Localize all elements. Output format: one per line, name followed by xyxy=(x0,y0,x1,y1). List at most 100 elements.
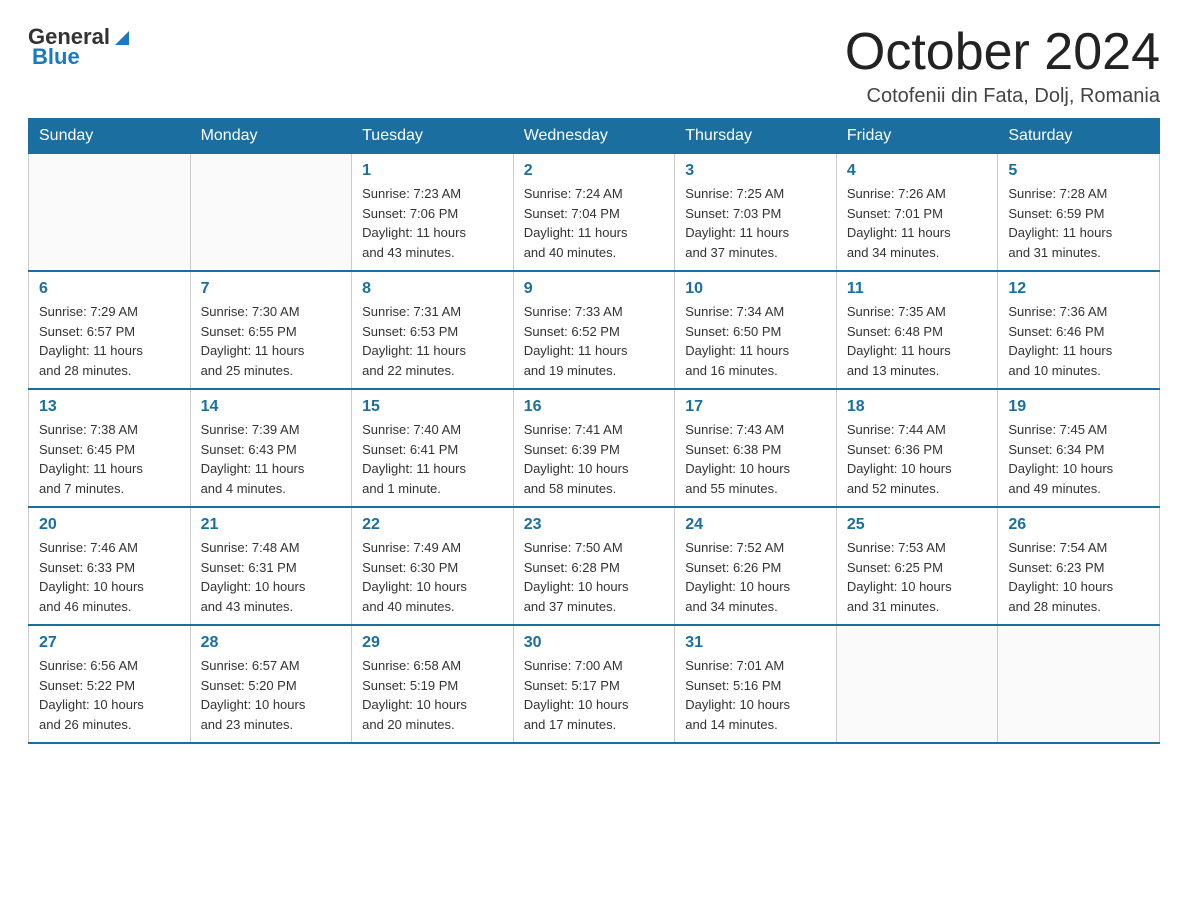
calendar-cell: 31 Sunrise: 7:01 AMSunset: 5:16 PMDayligh… xyxy=(675,625,837,743)
calendar-week-row: 6 Sunrise: 7:29 AMSunset: 6:57 PMDaylight… xyxy=(29,271,1160,389)
day-number: 16 xyxy=(524,398,665,416)
day-info: Sunrise: 7:46 AMSunset: 6:33 PMDaylight:… xyxy=(39,538,180,616)
calendar-cell: 6 Sunrise: 7:29 AMSunset: 6:57 PMDaylight… xyxy=(29,271,191,389)
calendar-cell: 4 Sunrise: 7:26 AMSunset: 7:01 PMDaylight… xyxy=(836,154,998,272)
day-number: 3 xyxy=(685,162,826,180)
calendar-cell: 11 Sunrise: 7:35 AMSunset: 6:48 PMDayligh… xyxy=(836,271,998,389)
calendar-cell: 18 Sunrise: 7:44 AMSunset: 6:36 PMDayligh… xyxy=(836,389,998,507)
day-number: 14 xyxy=(201,398,342,416)
calendar-week-row: 1Sunrise: 7:23 AMSunset: 7:06 PMDaylight… xyxy=(29,154,1160,272)
weekday-header-sunday: Sunday xyxy=(29,119,191,154)
calendar-cell: 27Sunrise: 6:56 AMSunset: 5:22 PMDayligh… xyxy=(29,625,191,743)
day-info: Sunrise: 7:40 AMSunset: 6:41 PMDaylight:… xyxy=(362,420,503,498)
day-number: 17 xyxy=(685,398,826,416)
calendar-cell: 8Sunrise: 7:31 AMSunset: 6:53 PMDaylight… xyxy=(352,271,514,389)
day-number: 24 xyxy=(685,516,826,534)
calendar-week-row: 27Sunrise: 6:56 AMSunset: 5:22 PMDayligh… xyxy=(29,625,1160,743)
day-number: 8 xyxy=(362,280,503,298)
calendar-cell: 22 Sunrise: 7:49 AMSunset: 6:30 PMDayligh… xyxy=(352,507,514,625)
day-number: 28 xyxy=(201,634,342,652)
calendar-cell: 21 Sunrise: 7:48 AMSunset: 6:31 PMDayligh… xyxy=(190,507,352,625)
day-number: 18 xyxy=(847,398,988,416)
calendar-cell: 3 Sunrise: 7:25 AMSunset: 7:03 PMDaylight… xyxy=(675,154,837,272)
calendar-cell: 5 Sunrise: 7:28 AMSunset: 6:59 PMDaylight… xyxy=(998,154,1160,272)
day-number: 11 xyxy=(847,280,988,298)
weekday-header-wednesday: Wednesday xyxy=(513,119,675,154)
calendar-cell xyxy=(29,154,191,272)
calendar-cell: 9 Sunrise: 7:33 AMSunset: 6:52 PMDaylight… xyxy=(513,271,675,389)
day-number: 26 xyxy=(1008,516,1149,534)
calendar-cell: 26Sunrise: 7:54 AMSunset: 6:23 PMDayligh… xyxy=(998,507,1160,625)
day-info: Sunrise: 7:28 AMSunset: 6:59 PMDaylight:… xyxy=(1008,184,1149,262)
day-number: 7 xyxy=(201,280,342,298)
weekday-header-tuesday: Tuesday xyxy=(352,119,514,154)
calendar-cell: 24 Sunrise: 7:52 AMSunset: 6:26 PMDayligh… xyxy=(675,507,837,625)
day-info: Sunrise: 7:29 AMSunset: 6:57 PMDaylight:… xyxy=(39,302,180,380)
day-info: Sunrise: 6:58 AMSunset: 5:19 PMDaylight:… xyxy=(362,656,503,734)
calendar-cell: 29 Sunrise: 6:58 AMSunset: 5:19 PMDayligh… xyxy=(352,625,514,743)
calendar-cell: 7Sunrise: 7:30 AMSunset: 6:55 PMDaylight… xyxy=(190,271,352,389)
calendar-week-row: 20Sunrise: 7:46 AMSunset: 6:33 PMDayligh… xyxy=(29,507,1160,625)
day-info: Sunrise: 7:50 AMSunset: 6:28 PMDaylight:… xyxy=(524,538,665,616)
day-number: 6 xyxy=(39,280,180,298)
day-number: 10 xyxy=(685,280,826,298)
calendar-cell: 14Sunrise: 7:39 AMSunset: 6:43 PMDayligh… xyxy=(190,389,352,507)
day-info: Sunrise: 7:26 AMSunset: 7:01 PMDaylight:… xyxy=(847,184,988,262)
calendar-cell: 2 Sunrise: 7:24 AMSunset: 7:04 PMDaylight… xyxy=(513,154,675,272)
day-info: Sunrise: 7:45 AMSunset: 6:34 PMDaylight:… xyxy=(1008,420,1149,498)
page-header: General Blue October 2024 Cotofenii din … xyxy=(28,24,1160,108)
day-number: 15 xyxy=(362,398,503,416)
calendar-cell: 19 Sunrise: 7:45 AMSunset: 6:34 PMDayligh… xyxy=(998,389,1160,507)
location-subtitle: Cotofenii din Fata, Dolj, Romania xyxy=(845,85,1160,108)
day-number: 22 xyxy=(362,516,503,534)
calendar-cell: 15 Sunrise: 7:40 AMSunset: 6:41 PMDayligh… xyxy=(352,389,514,507)
month-title: October 2024 xyxy=(845,24,1160,81)
day-number: 29 xyxy=(362,634,503,652)
weekday-header-friday: Friday xyxy=(836,119,998,154)
calendar-cell: 25Sunrise: 7:53 AMSunset: 6:25 PMDayligh… xyxy=(836,507,998,625)
day-info: Sunrise: 7:38 AMSunset: 6:45 PMDaylight:… xyxy=(39,420,180,498)
day-info: Sunrise: 7:52 AMSunset: 6:26 PMDaylight:… xyxy=(685,538,826,616)
calendar-cell: 23 Sunrise: 7:50 AMSunset: 6:28 PMDayligh… xyxy=(513,507,675,625)
day-info: Sunrise: 6:57 AMSunset: 5:20 PMDaylight:… xyxy=(201,656,342,734)
weekday-header-saturday: Saturday xyxy=(998,119,1160,154)
day-number: 12 xyxy=(1008,280,1149,298)
title-block: October 2024 Cotofenii din Fata, Dolj, R… xyxy=(845,24,1160,108)
day-number: 21 xyxy=(201,516,342,534)
calendar-cell: 10Sunrise: 7:34 AMSunset: 6:50 PMDayligh… xyxy=(675,271,837,389)
day-info: Sunrise: 7:01 AMSunset: 5:16 PMDaylight:… xyxy=(685,656,826,734)
calendar-week-row: 13Sunrise: 7:38 AMSunset: 6:45 PMDayligh… xyxy=(29,389,1160,507)
day-info: Sunrise: 7:35 AMSunset: 6:48 PMDaylight:… xyxy=(847,302,988,380)
day-number: 30 xyxy=(524,634,665,652)
day-info: Sunrise: 7:00 AMSunset: 5:17 PMDaylight:… xyxy=(524,656,665,734)
day-number: 5 xyxy=(1008,162,1149,180)
day-info: Sunrise: 7:53 AMSunset: 6:25 PMDaylight:… xyxy=(847,538,988,616)
calendar-header-row: SundayMondayTuesdayWednesdayThursdayFrid… xyxy=(29,119,1160,154)
day-number: 31 xyxy=(685,634,826,652)
day-number: 19 xyxy=(1008,398,1149,416)
day-number: 9 xyxy=(524,280,665,298)
day-info: Sunrise: 7:48 AMSunset: 6:31 PMDaylight:… xyxy=(201,538,342,616)
calendar-cell: 13Sunrise: 7:38 AMSunset: 6:45 PMDayligh… xyxy=(29,389,191,507)
calendar-cell xyxy=(836,625,998,743)
calendar-cell: 12 Sunrise: 7:36 AMSunset: 6:46 PMDayligh… xyxy=(998,271,1160,389)
weekday-header-thursday: Thursday xyxy=(675,119,837,154)
calendar-cell xyxy=(998,625,1160,743)
calendar-cell: 28 Sunrise: 6:57 AMSunset: 5:20 PMDayligh… xyxy=(190,625,352,743)
day-info: Sunrise: 7:23 AMSunset: 7:06 PMDaylight:… xyxy=(362,184,503,262)
day-number: 4 xyxy=(847,162,988,180)
day-info: Sunrise: 7:33 AMSunset: 6:52 PMDaylight:… xyxy=(524,302,665,380)
weekday-header-monday: Monday xyxy=(190,119,352,154)
day-info: Sunrise: 7:49 AMSunset: 6:30 PMDaylight:… xyxy=(362,538,503,616)
day-number: 2 xyxy=(524,162,665,180)
day-info: Sunrise: 6:56 AMSunset: 5:22 PMDaylight:… xyxy=(39,656,180,734)
day-info: Sunrise: 7:24 AMSunset: 7:04 PMDaylight:… xyxy=(524,184,665,262)
day-info: Sunrise: 7:25 AMSunset: 7:03 PMDaylight:… xyxy=(685,184,826,262)
logo-blue-text: Blue xyxy=(32,44,80,70)
logo-triangle-icon xyxy=(111,27,133,49)
day-number: 23 xyxy=(524,516,665,534)
day-info: Sunrise: 7:44 AMSunset: 6:36 PMDaylight:… xyxy=(847,420,988,498)
calendar-cell: 30 Sunrise: 7:00 AMSunset: 5:17 PMDayligh… xyxy=(513,625,675,743)
calendar-cell: 17Sunrise: 7:43 AMSunset: 6:38 PMDayligh… xyxy=(675,389,837,507)
day-info: Sunrise: 7:36 AMSunset: 6:46 PMDaylight:… xyxy=(1008,302,1149,380)
